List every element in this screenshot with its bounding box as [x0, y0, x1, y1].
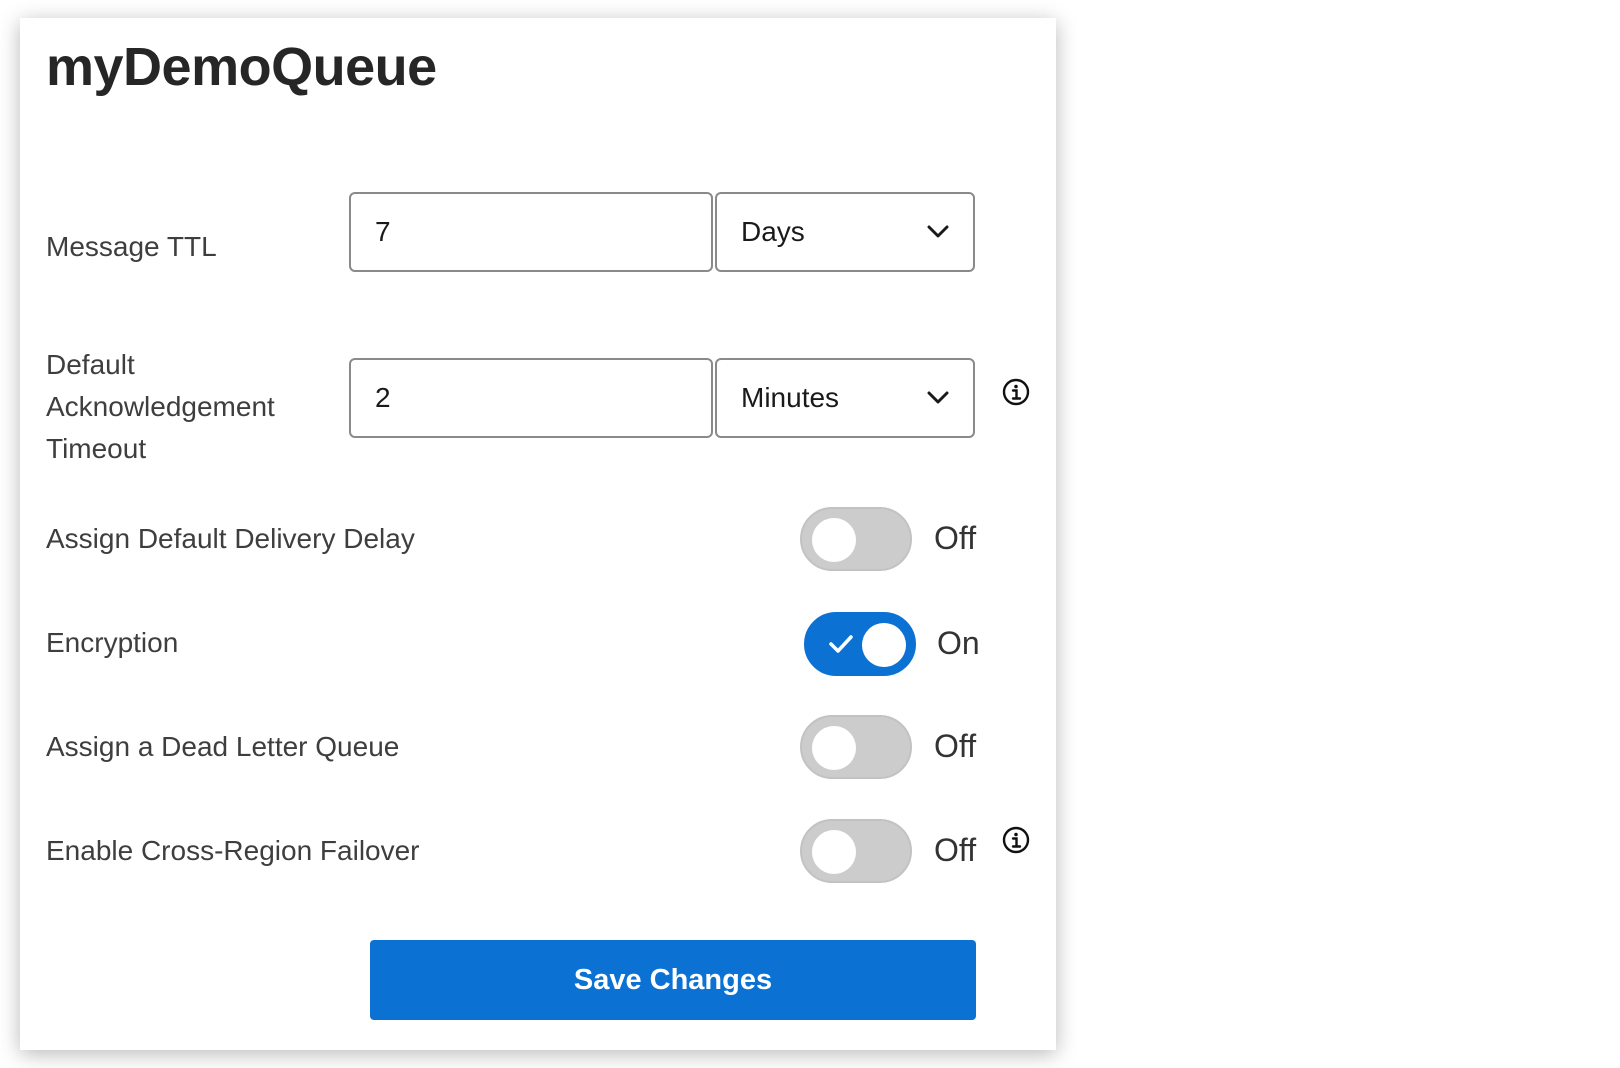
ack-timeout-label-line: Default	[46, 349, 135, 380]
cross-region-failover-toggle[interactable]	[800, 819, 912, 883]
ack-timeout-unit-select[interactable]: Minutes	[715, 358, 975, 438]
toggle-knob	[812, 726, 856, 770]
cross-region-failover-label: Enable Cross-Region Failover	[46, 835, 420, 866]
ack-timeout-unit-value: Minutes	[741, 382, 840, 413]
queue-settings-panel: myDemoQueue Message TTL Days Default Ack…	[20, 18, 1056, 1050]
toggle-knob	[862, 623, 906, 667]
encryption-state: On	[937, 625, 980, 661]
encryption-label: Encryption	[46, 627, 179, 658]
message-ttl-input[interactable]	[349, 192, 713, 272]
toggle-knob	[812, 518, 856, 562]
dead-letter-queue-label: Assign a Dead Letter Queue	[46, 731, 400, 762]
ack-timeout-label: Default Acknowledgement Timeout	[46, 344, 275, 470]
ack-timeout-input[interactable]	[349, 358, 713, 438]
ack-timeout-label-line: Acknowledgement	[46, 391, 275, 422]
dead-letter-queue-state: Off	[934, 728, 977, 764]
info-icon[interactable]	[1002, 378, 1030, 406]
encryption-toggle[interactable]	[804, 612, 916, 676]
toggle-knob	[812, 830, 856, 874]
page-title: myDemoQueue	[46, 37, 437, 97]
message-ttl-unit-select[interactable]: Days	[715, 192, 975, 272]
delivery-delay-state: Off	[934, 520, 977, 556]
message-ttl-label: Message TTL	[46, 231, 217, 262]
chevron-down-icon	[927, 221, 949, 243]
dead-letter-queue-toggle[interactable]	[800, 715, 912, 779]
info-icon[interactable]	[1002, 826, 1030, 854]
chevron-down-icon	[927, 387, 949, 409]
save-changes-button[interactable]: Save Changes	[370, 940, 976, 1020]
cross-region-failover-state: Off	[934, 832, 977, 868]
check-icon	[828, 633, 854, 655]
delivery-delay-label: Assign Default Delivery Delay	[46, 523, 415, 554]
ack-timeout-label-line: Timeout	[46, 433, 147, 464]
delivery-delay-toggle[interactable]	[800, 507, 912, 571]
message-ttl-unit-value: Days	[741, 216, 805, 247]
